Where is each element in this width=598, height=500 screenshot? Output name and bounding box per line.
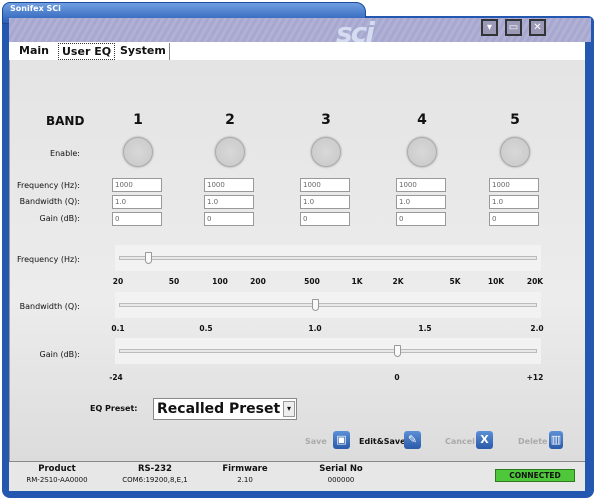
band-bandwidth-input[interactable] [300, 195, 350, 209]
frequency-tick-label: 20 [112, 277, 124, 286]
bandwidth-tick-label: 1.5 [418, 324, 432, 333]
band-gain-input[interactable] [112, 212, 162, 226]
header-banner [9, 18, 591, 42]
x-icon: X [480, 433, 489, 446]
frequency-tick-label: 2K [392, 277, 404, 286]
edit-save-button[interactable]: ✎ [404, 431, 421, 449]
eq-preset-dropdown[interactable]: Recalled Preset ▾ [153, 398, 297, 420]
frequency-slider-thumb[interactable] [145, 252, 153, 264]
bandwidth-tick-label: 0.5 [199, 324, 213, 333]
band-frequency-input[interactable] [300, 178, 350, 192]
bandwidth-tick-label: 1.0 [308, 324, 322, 333]
gain-slider-track[interactable] [119, 349, 537, 353]
firmware-label: Firmware [222, 464, 268, 474]
frequency-tick-label: 100 [212, 277, 228, 286]
band-gain-input[interactable] [204, 212, 254, 226]
bandwidth-tick-label: 2.0 [530, 324, 544, 333]
bandwidth-label: Bandwidth (Q): [19, 197, 80, 206]
tab-system[interactable]: System [117, 43, 170, 60]
eq-preset-label: EQ Preset: [90, 404, 138, 413]
cancel-label: Cancel [445, 437, 475, 446]
window-title: Sonifex SCi [10, 4, 61, 13]
band-enable-toggle[interactable] [311, 137, 341, 167]
bandwidth-slider-track[interactable] [119, 303, 537, 307]
gain-tick-label: +12 [526, 373, 544, 382]
band-frequency-input[interactable] [112, 178, 162, 192]
product-label: Product [38, 464, 76, 474]
band-bandwidth-input[interactable] [112, 195, 162, 209]
frequency-label: Frequency (Hz): [16, 181, 80, 190]
frequency-tick-label: 200 [250, 277, 266, 286]
band-gain-input[interactable] [396, 212, 446, 226]
delete-label: Delete [518, 437, 548, 446]
band-number: 2 [225, 112, 235, 128]
tab-user-eq[interactable]: User EQ [58, 43, 116, 60]
frequency-tick-label: 5K [449, 277, 461, 286]
gain-tick-label: -24 [109, 373, 123, 382]
frequency-slider-track[interactable] [119, 256, 537, 260]
bandwidth-slider-label: Bandwidth (Q): [19, 302, 80, 311]
frequency-tick-label: 1K [351, 277, 363, 286]
save-button[interactable]: ▣ [333, 431, 350, 449]
bandwidth-tick-label: 0.1 [111, 324, 125, 333]
delete-button[interactable]: ▥ [549, 431, 563, 449]
serial-label: Serial No [319, 464, 363, 474]
band-enable-toggle[interactable] [500, 137, 530, 167]
connection-status-badge: CONNECTED [495, 469, 575, 482]
product-value: RM-2S10-AA0000 [26, 476, 88, 484]
band-frequency-input[interactable] [396, 178, 446, 192]
gain-slider-thumb[interactable] [393, 345, 401, 357]
frequency-tick-label: 50 [168, 277, 180, 286]
tab-main[interactable]: Main [16, 43, 52, 60]
frequency-slider-label: Frequency (Hz): [16, 255, 80, 264]
band-enable-toggle[interactable] [123, 137, 153, 167]
trash-icon: ▥ [550, 433, 562, 446]
band-gain-input[interactable] [489, 212, 539, 226]
close-icon[interactable]: ✕ [529, 19, 546, 36]
gain-label: Gain (dB): [39, 214, 80, 223]
band-header: BAND [46, 114, 85, 128]
bandwidth-slider-thumb[interactable] [312, 299, 320, 311]
rs232-label: RS-232 [138, 464, 172, 474]
frequency-tick-label: 10K [487, 277, 505, 286]
firmware-value: 2.10 [237, 476, 253, 484]
eq-preset-value: Recalled Preset [157, 401, 281, 417]
pencil-icon: ✎ [407, 433, 418, 446]
edit-save-label: Edit&Save [359, 437, 406, 446]
band-number: 5 [510, 112, 520, 128]
band-number: 3 [321, 112, 331, 128]
band-bandwidth-input[interactable] [489, 195, 539, 209]
save-label: Save [305, 437, 327, 446]
serial-value: 000000 [327, 476, 355, 484]
band-gain-input[interactable] [300, 212, 350, 226]
cancel-button[interactable]: X [476, 431, 493, 449]
band-frequency-input[interactable] [204, 178, 254, 192]
band-number: 4 [417, 112, 427, 128]
floppy-icon: ▣ [336, 433, 347, 446]
frequency-tick-label: 500 [304, 277, 320, 286]
gain-slider-label: Gain (dB): [39, 350, 80, 359]
frequency-tick-label: 20K [526, 277, 544, 286]
band-bandwidth-input[interactable] [396, 195, 446, 209]
gain-tick-label: 0 [394, 373, 400, 382]
rs232-value: COM6:19200,8,E,1 [122, 476, 188, 484]
band-bandwidth-input[interactable] [204, 195, 254, 209]
band-enable-toggle[interactable] [407, 137, 437, 167]
chevron-down-icon[interactable]: ▾ [283, 401, 295, 417]
restore-icon[interactable]: ▭ [505, 19, 522, 36]
band-enable-toggle[interactable] [215, 137, 245, 167]
enable-label: Enable: [50, 149, 80, 158]
band-frequency-input[interactable] [489, 178, 539, 192]
minimize-icon[interactable]: ▾ [481, 19, 498, 36]
band-number: 1 [133, 112, 143, 128]
